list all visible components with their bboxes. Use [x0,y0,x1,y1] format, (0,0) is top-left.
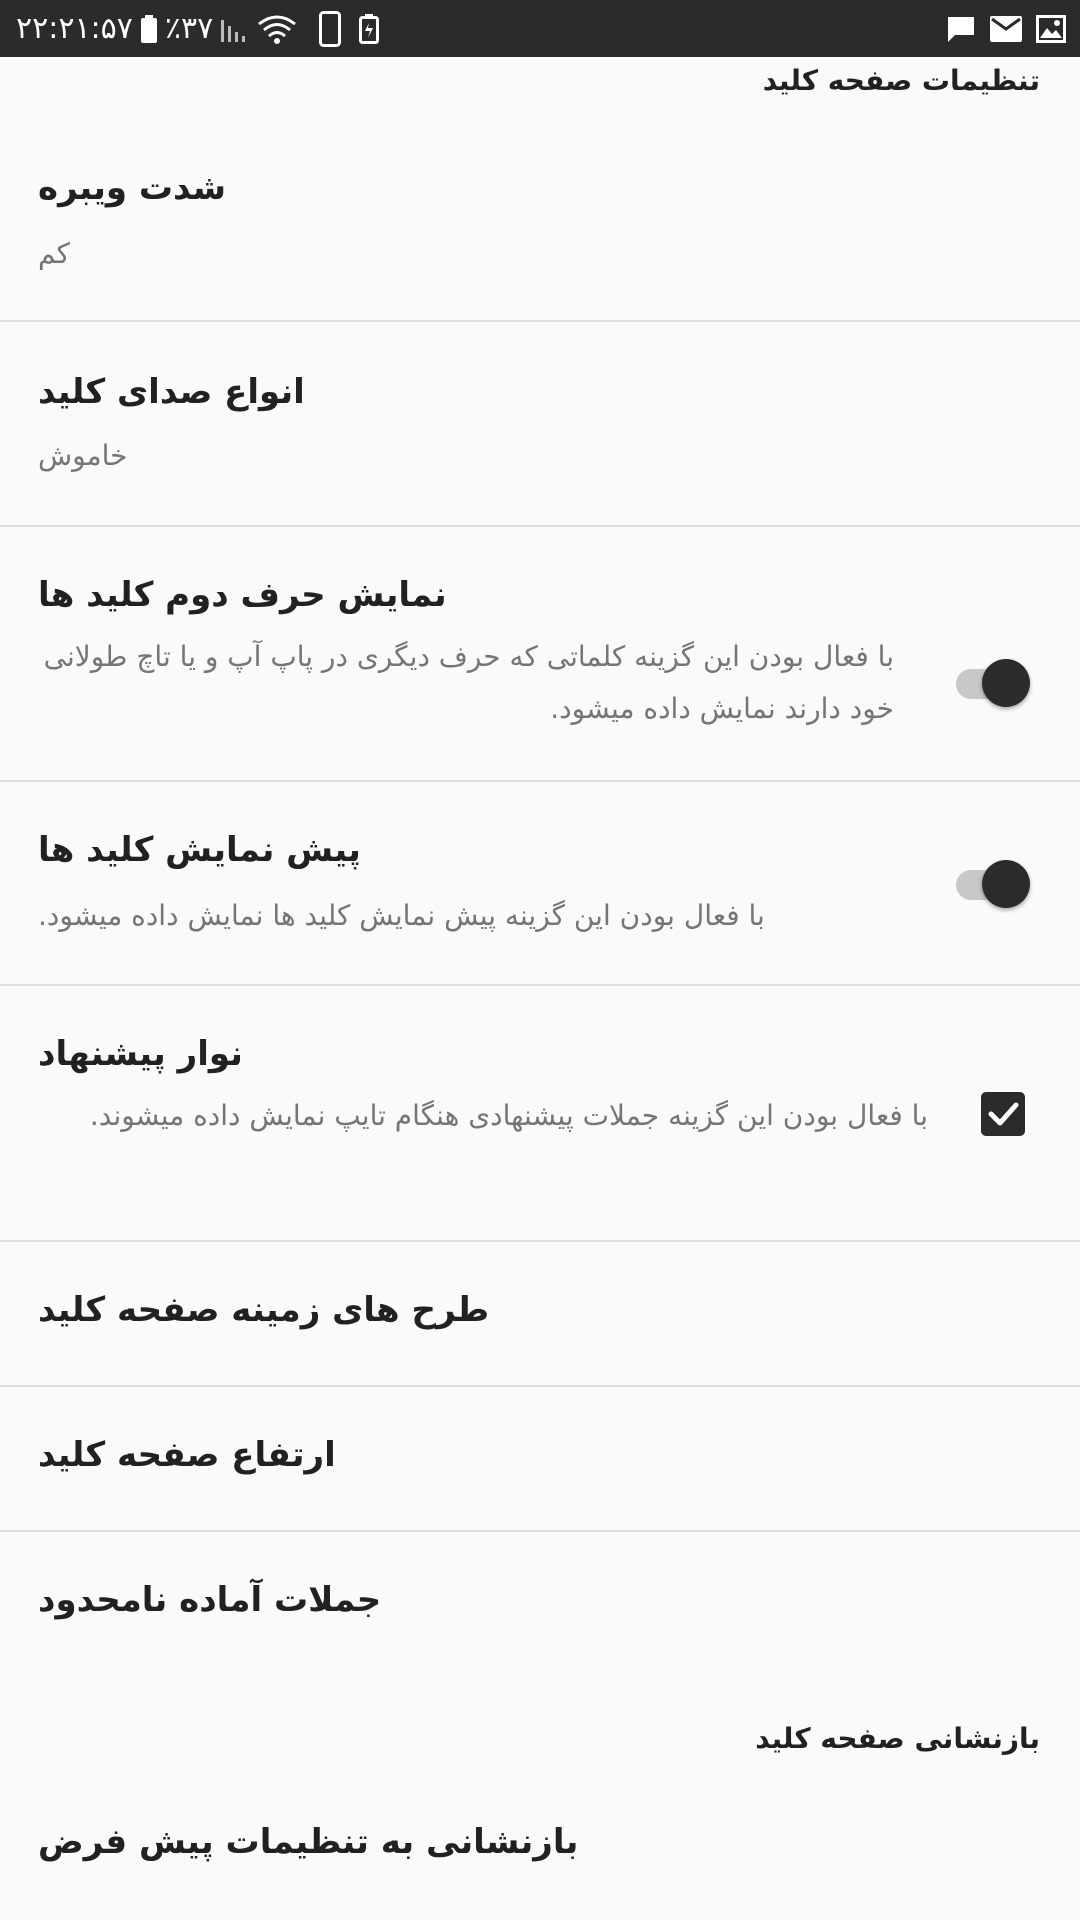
pref-key-sound-title: انواع صدای کلید [38,372,305,412]
status-right [946,0,1066,57]
mail-icon [990,15,1022,42]
pref-key-sound-summary: خاموش [38,439,128,472]
status-left: ۲۲:۲۱:۵۷ ٪۳۷ [16,0,380,57]
pref-key-sound[interactable]: انواع صدای کلید خاموش [0,322,1080,527]
check-icon [988,1102,1019,1126]
pref-themes-title: طرح های زمینه صفحه کلید [38,1290,490,1330]
image-icon [1036,14,1066,43]
pref-phrases[interactable]: جملات آماده نامحدود [0,1532,1080,1677]
status-bar: ۲۲:۲۱:۵۷ ٪۳۷ [0,0,1080,57]
section-header-keyboard-reset: بازنشانی صفحه کلید [755,1722,1040,1755]
suggestion-bar-checkbox[interactable] [981,1092,1025,1136]
pref-vibration[interactable]: شدت ویبره کم [0,118,1080,322]
pref-vibration-summary: کم [38,237,70,270]
phone-icon [319,10,342,47]
battery-saver-icon [359,13,380,44]
pref-reset-defaults-title: بازنشانی به تنظیمات پیش فرض [38,1822,579,1862]
wifi-icon [257,14,297,44]
pref-key-preview-summary: با فعال بودن این گزینه پیش نمایش کلید ها… [38,899,765,932]
pref-vibration-title: شدت ویبره [38,168,227,208]
switch-thumb [982,860,1030,908]
chat-icon [946,15,976,43]
pref-themes[interactable]: طرح های زمینه صفحه کلید [0,1242,1080,1387]
pref-height-title: ارتفاع صفحه کلید [38,1435,336,1475]
clock: ۲۲:۲۱:۵۷ [16,11,133,46]
pref-suggestion-bar-title: نوار پیشنهاد [38,1034,243,1074]
pref-second-char[interactable]: نمایش حرف دوم کلید ها با فعال بودن این گ… [0,527,1080,782]
key-preview-switch[interactable] [956,854,1036,914]
pref-height[interactable]: ارتفاع صفحه کلید [0,1387,1080,1532]
pref-second-char-title: نمایش حرف دوم کلید ها [38,575,447,615]
pref-key-preview-title: پیش نمایش کلید ها [38,830,361,870]
battery-percent: ٪۳۷ [164,11,214,46]
pref-suggestion-bar-summary: با فعال بودن این گزینه جملات پیشنهادی هن… [89,1099,928,1132]
pref-key-preview[interactable]: پیش نمایش کلید ها با فعال بودن این گزینه… [0,782,1080,986]
switch-thumb [982,659,1030,707]
pref-phrases-title: جملات آماده نامحدود [38,1580,382,1620]
pref-second-char-summary: با فعال بودن این گزینه کلماتی که حرف دیگ… [43,640,894,725]
pref-suggestion-bar[interactable]: نوار پیشنهاد با فعال بودن این گزینه جملا… [0,986,1080,1242]
section-header-keyboard-settings: تنظیمات صفحه کلید [762,64,1040,97]
battery-icon [140,14,157,43]
signal-icon [221,16,249,42]
pref-reset-defaults[interactable]: بازنشانی به تنظیمات پیش فرض [0,1782,1080,1920]
second-char-switch[interactable] [956,653,1036,713]
